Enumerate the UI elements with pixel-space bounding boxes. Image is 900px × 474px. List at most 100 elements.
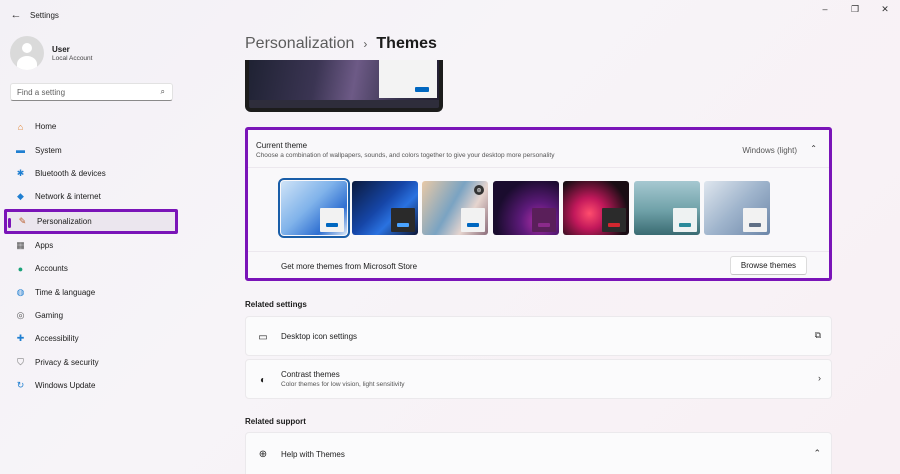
- breadcrumb-chevron-icon: ›: [363, 37, 368, 51]
- sidebar-item-gaming[interactable]: ◎ Gaming: [5, 304, 177, 327]
- sidebar-item-label: Personalization: [37, 216, 92, 226]
- avatar-body-icon: [17, 56, 37, 70]
- sidebar-item-personalization[interactable]: ✎ Personalization: [4, 208, 178, 234]
- globe-clock-icon: ◍: [16, 286, 25, 297]
- breadcrumb-parent[interactable]: Personalization: [245, 35, 354, 53]
- sidebar-item-label: System: [35, 145, 62, 155]
- search-input[interactable]: [17, 87, 152, 97]
- theme-thumbnail-flow[interactable]: [633, 181, 700, 235]
- theme-thumbnail-windows-dark[interactable]: [351, 181, 418, 235]
- more-themes-text: Get more themes from Microsoft Store: [281, 262, 418, 271]
- main-content: Personalization › Themes Current theme C…: [245, 30, 832, 474]
- theme-thumbnail-spotlight[interactable]: ⊛: [422, 181, 488, 235]
- more-themes-row: Get more themes from Microsoft Store Bro…: [248, 251, 829, 278]
- shield-icon: ⛉: [17, 356, 24, 367]
- sidebar-item-bluetooth-devices[interactable]: ✱ Bluetooth & devices: [5, 162, 177, 185]
- sidebar-item-accounts[interactable]: ● Accounts: [5, 257, 177, 280]
- current-theme-value: Windows (light): [742, 146, 797, 155]
- minimize-button[interactable]: –: [810, 0, 840, 18]
- back-arrow-icon: ←: [10, 9, 22, 21]
- help-with-themes-label: Help with Themes: [281, 450, 345, 459]
- sidebar-item-label: Time & language: [35, 287, 96, 297]
- maximize-button[interactable]: ❐: [840, 0, 870, 18]
- chevron-right-icon: ›: [818, 373, 821, 383]
- chevron-up-icon[interactable]: ⌃: [810, 144, 817, 153]
- browse-themes-button[interactable]: Browse themes: [730, 256, 807, 275]
- sidebar-item-apps[interactable]: ▦ Apps: [5, 234, 177, 257]
- sidebar-item-privacy-security[interactable]: ⛉ Privacy & security: [5, 351, 177, 374]
- user-name: User: [52, 44, 70, 54]
- brush-icon: ✎: [18, 215, 27, 226]
- accounts-icon: ●: [17, 263, 24, 274]
- app-title: Settings: [30, 10, 59, 20]
- close-button[interactable]: ✕: [870, 0, 900, 18]
- sidebar-item-windows-update[interactable]: ↻ Windows Update: [5, 374, 177, 397]
- help-with-themes-row[interactable]: ⊕ Help with Themes ⌃: [245, 432, 832, 474]
- wifi-icon: ◆: [17, 191, 24, 202]
- theme-thumbnail-windows-light[interactable]: [278, 178, 350, 238]
- sidebar: User Local Account ⌕ ⌂ Home ▬ System ✱ Blueto…: [0, 30, 185, 474]
- sidebar-item-system[interactable]: ▬ System: [5, 138, 177, 161]
- sidebar-item-home[interactable]: ⌂ Home: [5, 115, 177, 138]
- sidebar-item-label: Apps: [35, 240, 54, 250]
- preview-taskbar: [249, 100, 439, 108]
- preview-accent: [415, 87, 429, 92]
- sidebar-item-time-language[interactable]: ◍ Time & language: [5, 280, 177, 303]
- chevron-up-icon[interactable]: ⌃: [813, 448, 821, 459]
- desktop-icon: ▭: [258, 331, 268, 343]
- theme-window-preview: [743, 208, 767, 232]
- theme-thumbnail-sunrise[interactable]: [704, 181, 770, 235]
- sidebar-item-label: Accessibility: [35, 334, 79, 344]
- theme-accent-swatch: [608, 223, 620, 227]
- user-profile[interactable]: User Local Account: [10, 36, 92, 70]
- sidebar-item-label: Home: [35, 122, 57, 132]
- user-account-type: Local Account: [52, 54, 93, 62]
- sidebar-item-label: Privacy & security: [35, 357, 99, 367]
- external-link-icon: ⧉: [814, 330, 821, 340]
- contrast-themes-subtitle: Color themes for low vision, light sensi…: [281, 381, 405, 388]
- theme-window-preview: [672, 208, 697, 232]
- related-support-title: Related support: [245, 417, 306, 426]
- sidebar-item-accessibility[interactable]: ✚ Accessibility: [5, 327, 177, 350]
- search-icon[interactable]: ⌕: [161, 87, 165, 97]
- contrast-themes-label: Contrast themes: [281, 370, 340, 379]
- search-box[interactable]: ⌕: [10, 83, 173, 101]
- apps-icon: ▦: [16, 239, 25, 250]
- theme-thumbnails: ⊛: [278, 178, 775, 238]
- spotlight-badge-icon: ⊛: [474, 185, 484, 195]
- current-theme-subtitle: Choose a combination of wallpapers, soun…: [256, 152, 555, 159]
- sidebar-item-label: Accounts: [35, 264, 68, 274]
- theme-accent-swatch: [326, 223, 338, 227]
- theme-accent-swatch: [749, 223, 761, 227]
- sidebar-item-network-internet[interactable]: ◆ Network & internet: [5, 185, 177, 208]
- desktop-icon-settings-row[interactable]: ▭ Desktop icon settings ⧉: [245, 316, 832, 356]
- sidebar-nav: ⌂ Home ▬ System ✱ Bluetooth & devices ◆ Network…: [4, 115, 178, 397]
- current-theme-title: Current theme: [256, 141, 308, 150]
- theme-accent-swatch: [678, 223, 691, 227]
- theme-accent-swatch: [396, 223, 409, 227]
- system-icon: ▬: [16, 145, 25, 156]
- user-text: User Local Account: [52, 45, 92, 62]
- accessibility-icon: ✚: [16, 333, 25, 344]
- update-icon: ↻: [16, 380, 25, 391]
- current-theme-header[interactable]: Current theme Choose a combination of wa…: [248, 130, 829, 168]
- window-controls: – ❐ ✕: [810, 0, 900, 18]
- theme-thumbnail-captured-motion[interactable]: [563, 181, 629, 235]
- theme-window-preview: [320, 208, 344, 232]
- theme-window-preview: [602, 208, 626, 232]
- avatar: [10, 36, 44, 70]
- current-theme-card: Current theme Choose a combination of wa…: [245, 127, 832, 281]
- theme-window-preview: [531, 208, 556, 232]
- theme-window-preview: [461, 208, 485, 232]
- back-button[interactable]: ←: [6, 5, 26, 25]
- theme-thumbnail-glow[interactable]: [492, 181, 559, 235]
- globe-icon: ⊕: [258, 448, 268, 460]
- contrast-icon: ◐: [259, 374, 267, 386]
- sidebar-item-label: Gaming: [35, 310, 64, 320]
- sidebar-item-label: Bluetooth & devices: [35, 168, 106, 178]
- sidebar-item-label: Network & internet: [35, 192, 101, 202]
- bluetooth-icon: ✱: [16, 167, 25, 178]
- contrast-themes-row[interactable]: ◐ Contrast themes Color themes for low v…: [245, 359, 832, 399]
- desktop-icon-settings-label: Desktop icon settings: [281, 332, 358, 341]
- gamepad-icon: ◎: [16, 309, 25, 320]
